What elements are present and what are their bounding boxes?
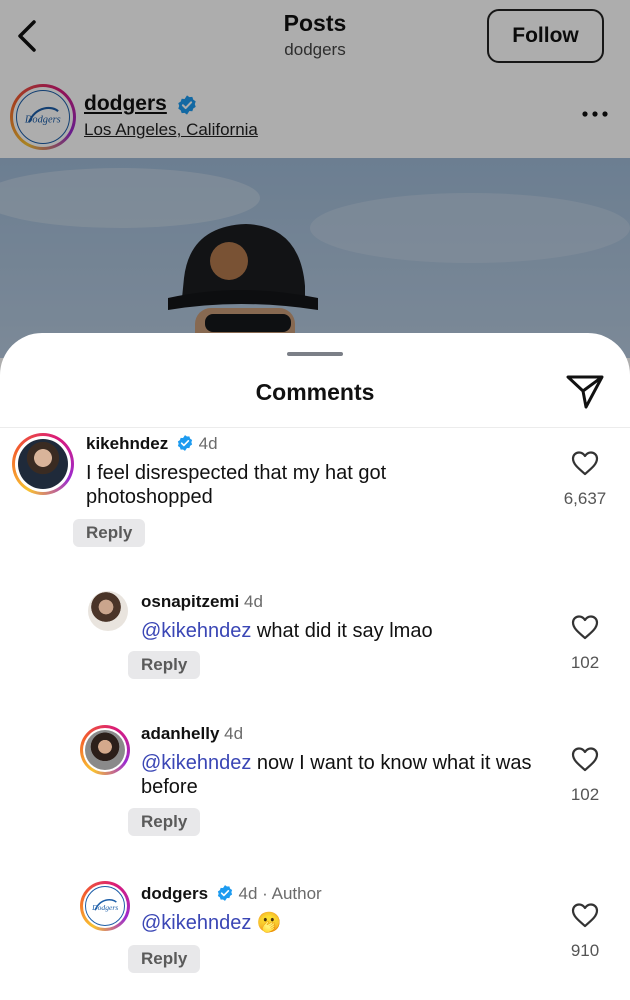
comment-username[interactable]: adanhelly <box>141 724 219 743</box>
comment-username[interactable]: kikehndez <box>86 434 168 453</box>
svg-text:Dodgers: Dodgers <box>91 903 118 912</box>
avatar[interactable] <box>80 725 130 775</box>
like-button[interactable] <box>570 449 600 477</box>
comment-body: 🫢 <box>251 912 282 934</box>
mention-link[interactable]: @kikehndez <box>141 912 251 934</box>
reply-button[interactable]: Reply <box>128 651 201 679</box>
verified-icon <box>177 435 193 451</box>
comment-username[interactable]: osnapitzemi <box>141 592 239 611</box>
heart-icon <box>571 903 599 928</box>
comment-time: 4d <box>198 434 218 453</box>
mention-link[interactable]: @kikehndez <box>141 620 251 642</box>
comment-username[interactable]: dodgers <box>141 884 208 903</box>
comment-time: 4d <box>224 724 244 743</box>
comment-header: adanhelly 4d <box>141 724 243 744</box>
like-count: 102 <box>570 653 600 672</box>
profile-photo <box>85 730 125 770</box>
reply-button[interactable]: Reply <box>73 519 146 547</box>
comment-item: osnapitzemi 4d @kikehndez what did it sa… <box>0 587 630 697</box>
comment-header: kikehndez 4d <box>86 434 218 454</box>
like-button[interactable] <box>570 613 600 641</box>
comment-time: 4d <box>243 592 263 611</box>
divider <box>0 427 630 428</box>
comment-item: kikehndez 4d I feel disrespected that my… <box>0 429 630 559</box>
comment-text: @kikehndez now I want to know what it wa… <box>141 751 541 799</box>
avatar[interactable] <box>12 433 74 495</box>
reply-button[interactable]: Reply <box>128 808 201 836</box>
comment-header: osnapitzemi 4d <box>141 592 263 612</box>
profile-photo <box>18 439 68 489</box>
comment-text: I feel disrespected that my hat got phot… <box>86 462 387 508</box>
comment-item: adanhelly 4d @kikehndez now I want to kn… <box>0 719 630 849</box>
share-button[interactable] <box>564 371 606 411</box>
share-icon <box>566 375 604 409</box>
comment-header: dodgers 4d · Author <box>141 884 322 904</box>
like-button[interactable] <box>570 901 600 929</box>
drag-handle[interactable] <box>287 352 343 356</box>
comment-time: 4d · Author <box>238 884 322 903</box>
reply-button[interactable]: Reply <box>128 945 201 973</box>
like-button[interactable] <box>570 745 600 773</box>
comment-body: what did it say lmao <box>251 620 433 642</box>
comments-sheet: Comments kikehndez 4d I feel disrespecte… <box>0 333 630 1000</box>
mention-link[interactable]: @kikehndez <box>141 752 251 774</box>
like-count: 6,637 <box>563 489 607 508</box>
comment-text: @kikehndez 🫢 <box>141 911 541 935</box>
comment-text: @kikehndez what did it say lmao <box>141 619 541 643</box>
heart-icon <box>571 451 599 476</box>
avatar[interactable]: Dodgers <box>80 881 130 931</box>
dodgers-logo-icon: Dodgers <box>85 886 125 926</box>
like-count: 102 <box>570 785 600 804</box>
avatar[interactable] <box>88 591 128 631</box>
comments-title: Comments <box>255 379 375 405</box>
verified-icon <box>217 885 232 901</box>
comment-item: Dodgers dodgers 4d · Author @kikehndez 🫢… <box>0 879 630 999</box>
heart-icon <box>571 615 599 640</box>
heart-icon <box>571 747 599 772</box>
like-count: 910 <box>570 941 600 960</box>
